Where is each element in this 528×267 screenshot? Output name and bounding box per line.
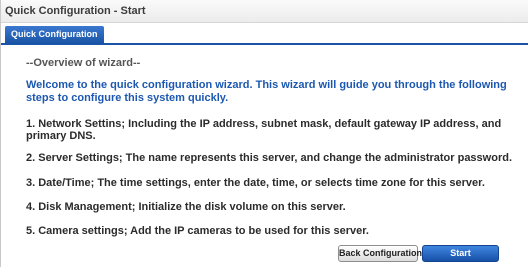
wizard-content: --Overview of wizard-- Welcome to the qu… bbox=[2, 44, 528, 267]
quick-configuration-window: Quick Configuration - Start Quick Config… bbox=[0, 0, 528, 267]
step-camera-settings: 5. Camera settings; Add the IP cameras t… bbox=[26, 225, 369, 237]
welcome-text: Welcome to the quick configuration wizar… bbox=[26, 79, 507, 104]
step-network-settings: 1. Network Settins; Including the IP add… bbox=[26, 118, 502, 142]
window-title: Quick Configuration - Start bbox=[1, 0, 528, 23]
start-button[interactable]: Start bbox=[422, 245, 499, 262]
back-configuration-button[interactable]: Back Configuration bbox=[338, 245, 422, 262]
step-disk-management: 4. Disk Management; Initialize the disk … bbox=[26, 201, 346, 213]
step-date-time: 3. Date/Time; The time settings, enter t… bbox=[26, 177, 485, 189]
overview-heading: --Overview of wizard-- bbox=[26, 57, 141, 69]
step-server-settings: 2. Server Settings; The name represents … bbox=[26, 152, 512, 164]
tab-quick-configuration[interactable]: Quick Configuration bbox=[5, 26, 104, 43]
tab-strip: Quick Configuration bbox=[1, 23, 528, 45]
